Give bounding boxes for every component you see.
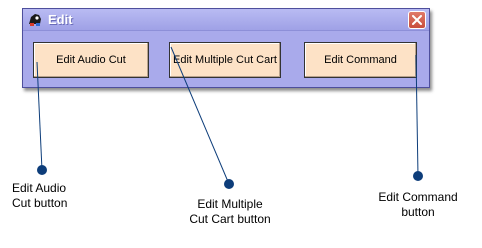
callout-label-audio: Edit Audio Cut button (12, 181, 67, 211)
callout-dot-command (413, 171, 423, 181)
callout-label-audio-line1: Edit Audio (12, 181, 67, 195)
callout-label-command-line1: Edit Command (378, 190, 458, 204)
callout-dot-audio (37, 165, 47, 175)
callout-line-audio (36, 61, 43, 171)
callout-label-command: Edit Command button (370, 190, 466, 220)
callout-label-multi: Edit Multiple Cut Cart button (180, 197, 280, 227)
callout-label-multi-line2: Cut Cart button (189, 212, 271, 226)
callout-dot-multi (224, 179, 234, 189)
callout-label-command-line2: button (401, 205, 435, 219)
callout-label-audio-line2: Cut button (12, 196, 68, 210)
callout-label-multi-line1: Edit Multiple (197, 197, 263, 211)
callout-line-command (415, 54, 419, 177)
callout-line-multi (170, 46, 230, 185)
